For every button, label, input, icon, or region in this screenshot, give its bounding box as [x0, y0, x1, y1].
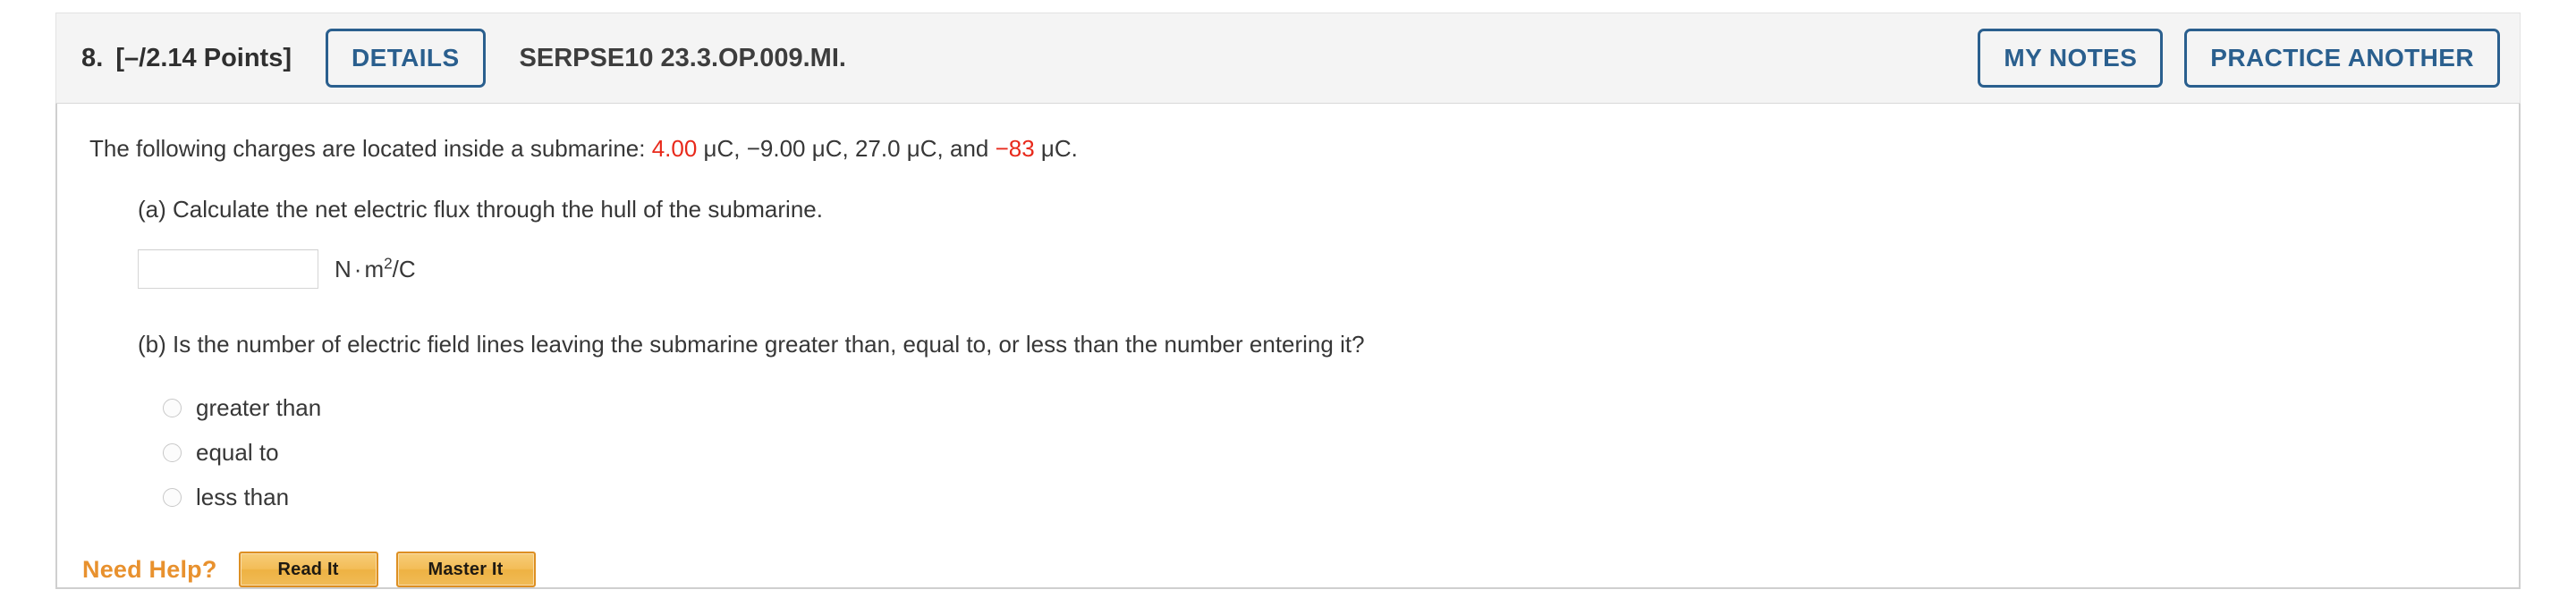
unit-newton: N	[335, 255, 352, 282]
charge-value-3: 27.0 μC, and	[854, 135, 996, 162]
choice-label-greater-than: greater than	[196, 393, 322, 421]
points-label: [–/2.14 Points]	[115, 43, 292, 72]
need-help-label: Need Help?	[82, 555, 217, 583]
choice-less-than[interactable]: less than	[163, 475, 2519, 519]
part-a-prompt: (a) Calculate the net electric flux thro…	[138, 195, 823, 223]
statement-prefix: The following charges are located inside…	[89, 135, 652, 162]
choice-equal-to[interactable]: equal to	[163, 430, 2519, 475]
unit-exponent: 2	[384, 254, 393, 273]
charge-value-4: −83	[995, 135, 1035, 162]
problem-statement: The following charges are located inside…	[89, 132, 2519, 166]
part-b-choice-group: greater than equal to less than	[57, 385, 2519, 519]
charge-unit-1: μC,	[697, 135, 747, 162]
charge-unit-4: μC.	[1034, 135, 1078, 162]
part-b-prompt: (b) Is the number of electric field line…	[138, 331, 1365, 358]
choice-greater-than[interactable]: greater than	[163, 385, 2519, 430]
unit-dot: ·	[353, 255, 362, 282]
charge-value-1: 4.00	[651, 135, 698, 162]
master-it-button[interactable]: Master It	[395, 552, 536, 588]
details-button[interactable]: DETAILS	[326, 29, 486, 88]
unit-per-coulomb: /C	[392, 255, 416, 282]
need-help-row: Need Help? Read It Master It	[82, 552, 2519, 588]
question-number: 8.	[81, 43, 104, 72]
unit-meter: m	[364, 255, 385, 282]
read-it-button[interactable]: Read It	[238, 552, 378, 588]
part-a-answer-row: N · m2/C	[138, 249, 2519, 290]
part-a-units: N · m2/C	[335, 256, 416, 283]
practice-another-button[interactable]: PRACTICE ANOTHER	[2184, 29, 2500, 88]
choice-label-equal-to: equal to	[196, 438, 279, 466]
radio-less-than[interactable]	[163, 487, 182, 507]
problem-code: SERPSE10 23.3.OP.009.MI.	[519, 43, 846, 72]
radio-equal-to[interactable]	[163, 442, 182, 462]
question-block: 8. [–/2.14 Points] DETAILS SERPSE10 23.3…	[55, 13, 2521, 590]
question-body: The following charges are located inside…	[55, 104, 2521, 590]
choice-label-less-than: less than	[196, 483, 290, 510]
my-notes-button[interactable]: MY NOTES	[1978, 29, 2164, 88]
question-header: 8. [–/2.14 Points] DETAILS SERPSE10 23.3…	[55, 13, 2521, 104]
radio-greater-than[interactable]	[163, 398, 182, 417]
part-a-answer-input[interactable]	[138, 249, 318, 290]
charge-value-2: −9.00 μC,	[746, 135, 855, 162]
